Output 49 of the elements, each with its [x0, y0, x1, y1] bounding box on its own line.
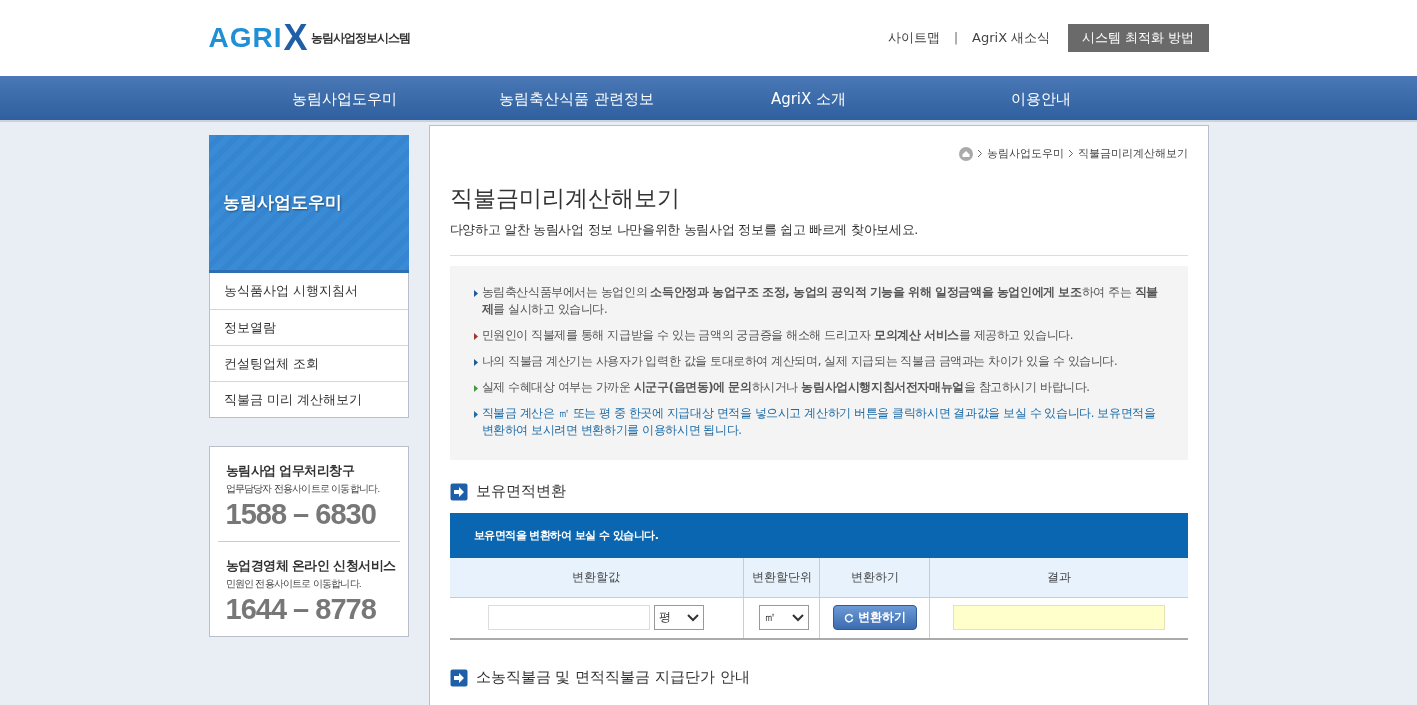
- notice-text: 실제 수혜대상 여부는 가까운 시군구(읍면동)에 문의하시거나 농림사업시행지침서전자매뉴얼을 참고하시기 바랍니다.: [473, 379, 1164, 396]
- arrow-right-icon: [449, 668, 468, 687]
- sidebar-item[interactable]: 컨설팅업체 조회: [209, 345, 408, 381]
- contact-title[interactable]: 농림사업 업무처리창구: [225, 463, 392, 480]
- utility-link[interactable]: AgriX 새소식: [972, 29, 1051, 47]
- sidebar-item[interactable]: 농식품사업 시행지침서: [209, 273, 408, 309]
- value-input[interactable]: [488, 605, 651, 631]
- column-header: 변환하기: [819, 558, 930, 597]
- chevron-right-icon: [976, 149, 983, 158]
- notice-text: 민원인이 직불제를 통해 지급받을 수 있는 금액의 궁금증을 해소해 드리고자 모의계산 서비스를 제공하고 있습니다.: [473, 327, 1164, 344]
- logo-wordmark: AGRI: [208, 22, 283, 54]
- utility-link[interactable]: 사이트맵: [888, 29, 941, 47]
- notice-text: 농림축산식품부에서는 농업인의 소득안정과 농업구조 조정, 농업의 공익적 기능을 위해 일정금액을 농업인에게 보조하여 주는 직불제를 실시하고 있습니다.: [473, 284, 1164, 318]
- contact-subtitle: 민원인 전용사이트로 이동합니다.: [225, 578, 362, 591]
- separator: |: [954, 31, 959, 45]
- optimize-button[interactable]: 시스템 최적화 방법: [1068, 24, 1209, 52]
- nav-item[interactable]: 농림축산식품 관련정보: [460, 89, 693, 109]
- convert-button[interactable]: 변환하기: [832, 605, 917, 631]
- breadcrumb-link[interactable]: 직불금미리계산해보기: [1077, 146, 1188, 161]
- sidebar-title: 농림사업도우미: [222, 191, 342, 214]
- refresh-icon: [843, 612, 854, 623]
- contact-subtitle: 업무담당자 전용사이트로 이동합니다.: [225, 483, 381, 496]
- banner-text: 보유면적을 변환하여 보실 수 있습니다.: [473, 528, 659, 543]
- nav-item[interactable]: AgriX 소개: [692, 89, 925, 109]
- home-icon[interactable]: [958, 146, 973, 161]
- phone-number: 1588 – 6830: [225, 498, 377, 531]
- page-title: 직불금미리계산해보기: [449, 184, 681, 213]
- section-heading: 보유면적변환: [475, 482, 566, 501]
- chevron-down-icon: [687, 613, 700, 622]
- page-description: 다양하고 알찬 농림사업 정보 나만을위한 농림사업 정보를 쉽고 빠르게 찾아보세요.: [449, 222, 1188, 256]
- sidebar-item[interactable]: 정보열람: [209, 309, 408, 345]
- logo-subtitle: 농림사업정보시스템: [310, 29, 410, 47]
- sidebar-item[interactable]: 직불금 미리 계산해보기: [209, 381, 408, 417]
- notice-text: 나의 직불금 계산기는 사용자가 입력한 값을 토대로하여 계산되며, 실제 지급되는 직불금 금액과는 차이가 있을 수 있습니다.: [473, 353, 1164, 370]
- column-header: 결과: [929, 558, 1188, 597]
- section-heading: 소농직불금 및 면적직불금 지급단가 안내: [475, 668, 750, 687]
- column-header: 변환할단위: [743, 558, 820, 597]
- arrow-right-icon: [449, 482, 468, 501]
- phone-number: 1644 – 8778: [225, 593, 377, 626]
- chevron-down-icon: [791, 613, 804, 622]
- column-header: 변환할값: [449, 558, 744, 597]
- chevron-right-icon: [1067, 149, 1074, 158]
- unit-select[interactable]: 평: [654, 605, 705, 631]
- nav-item[interactable]: 이용안내: [924, 89, 1157, 109]
- unit-select[interactable]: ㎡: [758, 605, 809, 631]
- logo-x-letter: X: [283, 20, 308, 56]
- nav-item[interactable]: 농림사업도우미: [228, 89, 461, 109]
- breadcrumb-link[interactable]: 농림사업도우미: [986, 146, 1064, 161]
- notice-text: 직불금 계산은 ㎡ 또는 평 중 한곳에 지급대상 면적을 넣으시고 계산하기 버튼을 클릭하시면 결과값을 보실 수 있습니다. 보유면적을 변환하여 보시려면 변환하기를 이용하시면 됩니다.: [473, 405, 1164, 439]
